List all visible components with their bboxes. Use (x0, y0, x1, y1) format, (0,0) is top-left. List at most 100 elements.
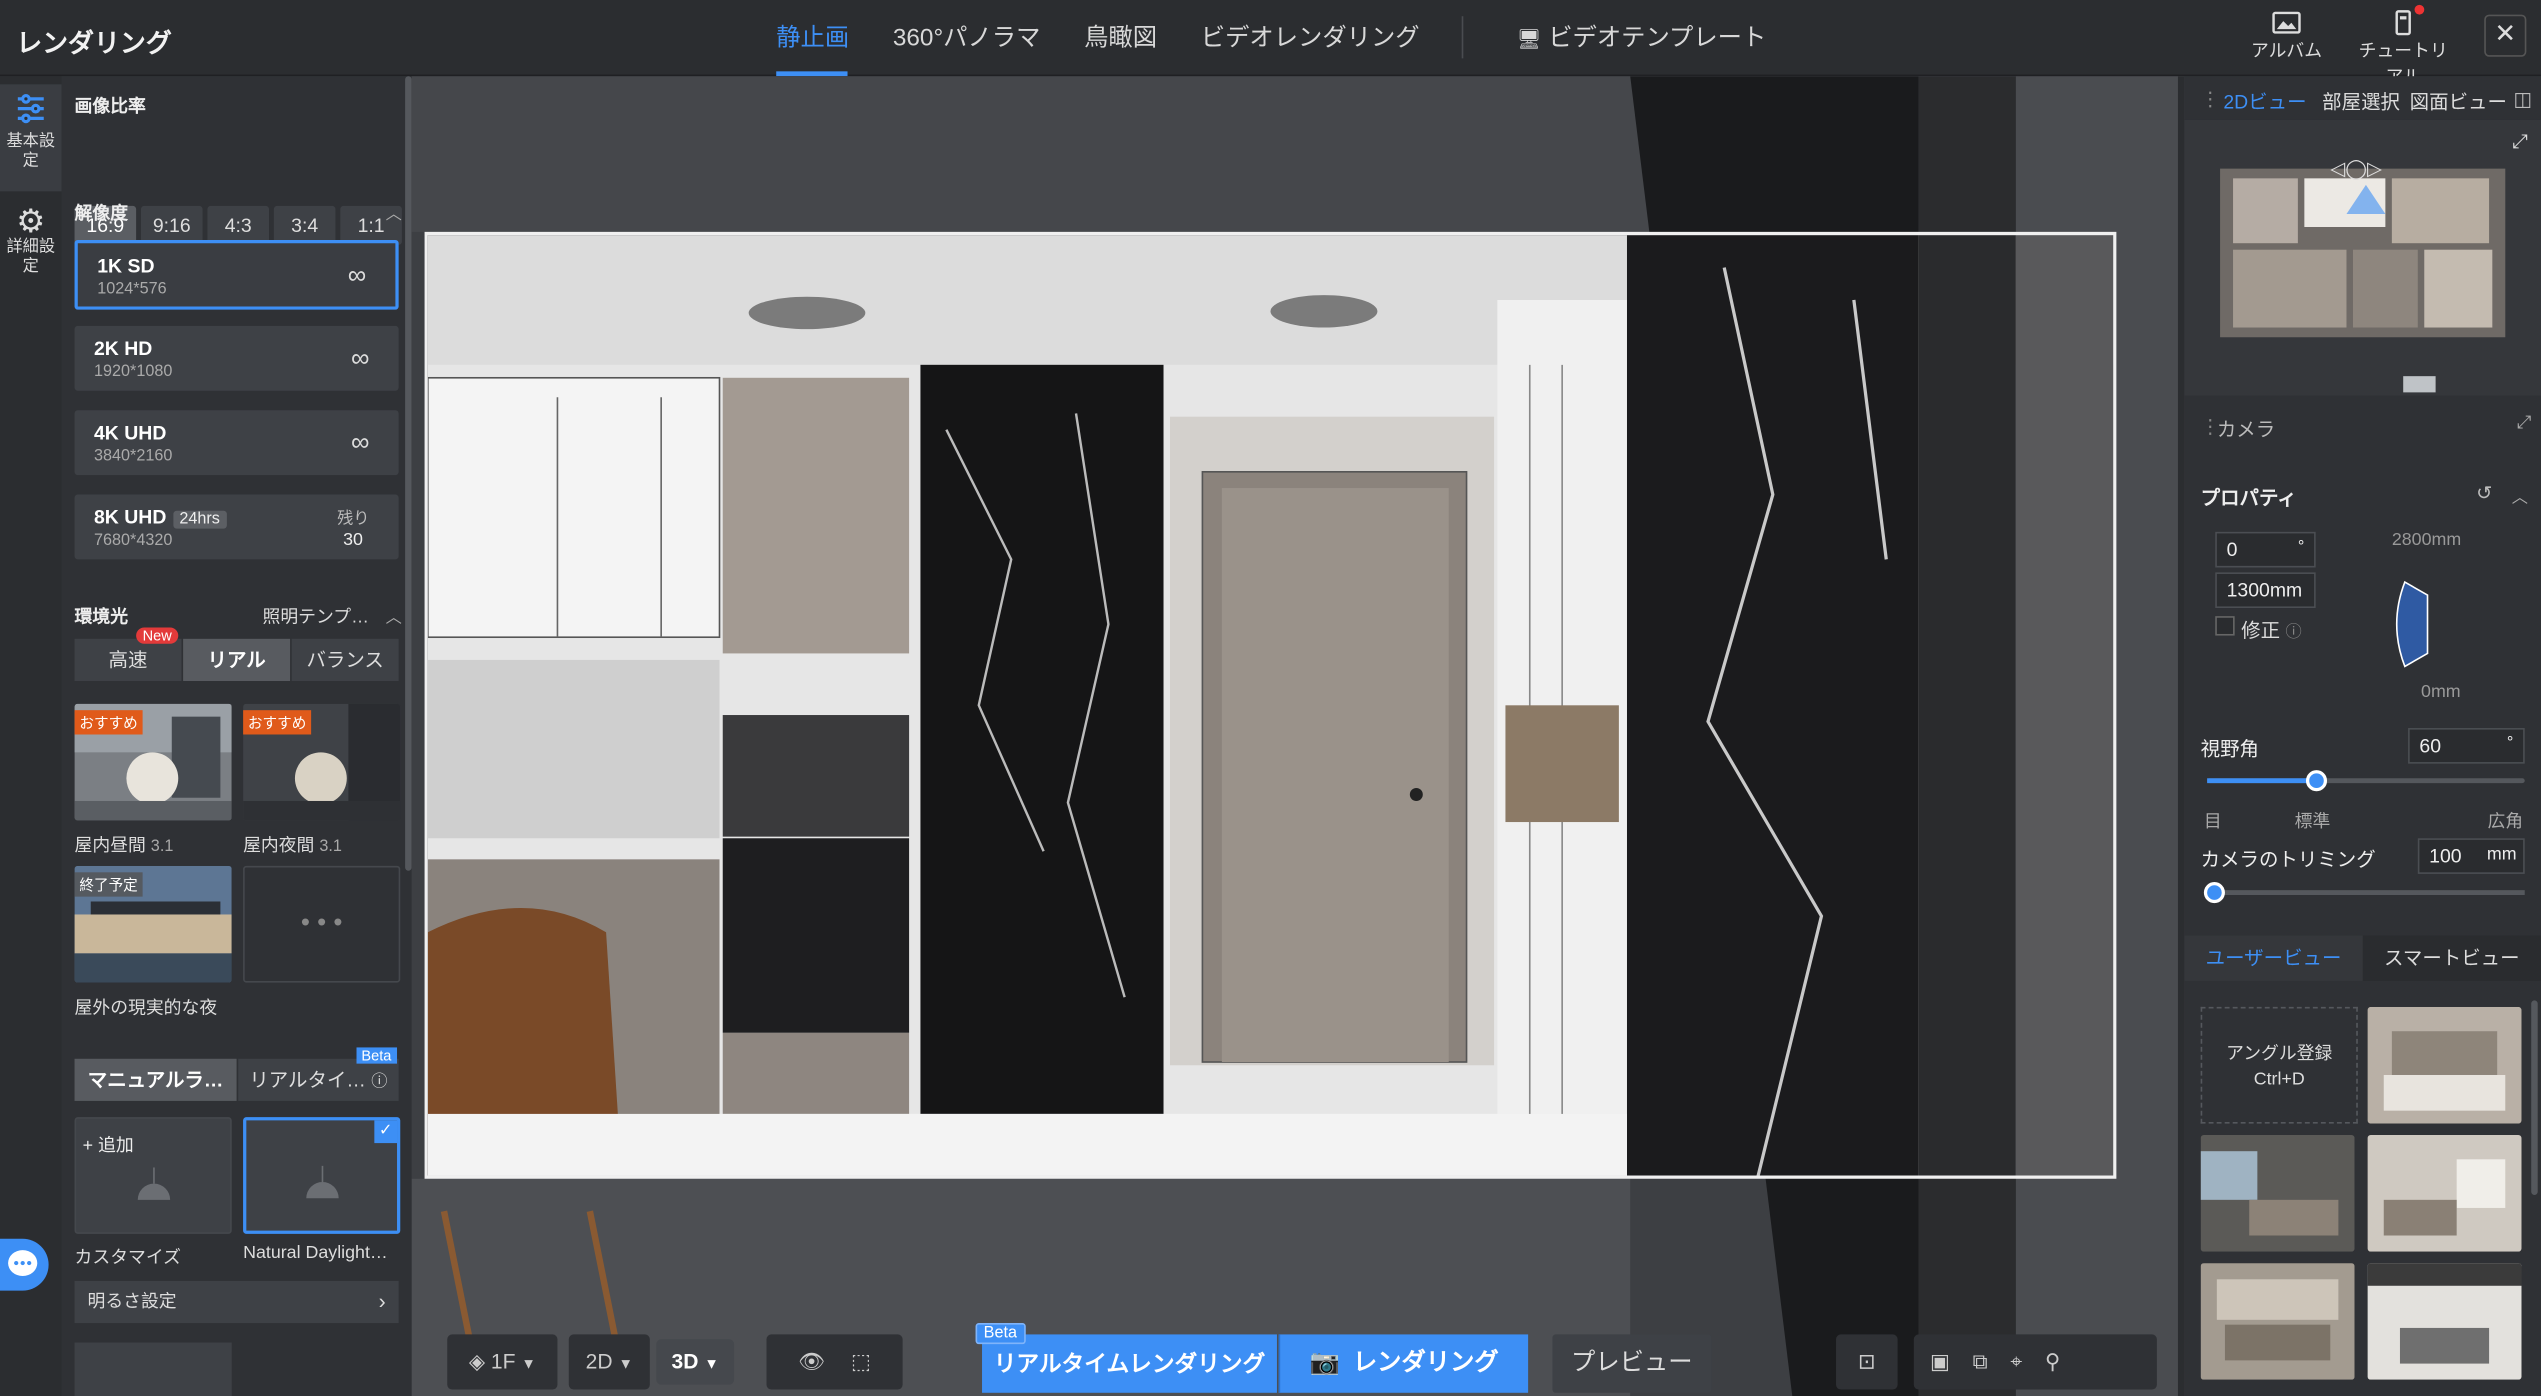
view-3d-button[interactable]: 3D ▼ (656, 1339, 735, 1385)
tab-still-image[interactable]: 静止画 (776, 19, 849, 53)
saved-view-5[interactable] (2367, 1263, 2522, 1380)
resolution-4k[interactable]: 4K UHD 3840*2160 ∞ (74, 410, 399, 476)
camera-height-indicator[interactable] (2389, 572, 2438, 669)
saved-view-image (2200, 1134, 2355, 1252)
tab-drawing-view[interactable]: 図面ビュー (2410, 88, 2507, 116)
more-presets-button[interactable]: • • • (243, 865, 401, 983)
help-icon[interactable]: ⓘ (2285, 624, 2301, 642)
preview-button[interactable]: プレビュー (1552, 1334, 1712, 1393)
svg-text:◁◯▷: ◁◯▷ (2330, 158, 2382, 180)
register-angle-button[interactable]: アングル登録 Ctrl+D (2200, 1006, 2358, 1124)
floorplan-image: ◁◯▷ (2220, 158, 2506, 393)
infinity-icon: ∞ (347, 262, 367, 291)
tab-2d-view[interactable]: 2Dビュー (2223, 88, 2306, 116)
hrs-badge: 24hrs (172, 510, 227, 529)
tab-realtime-lighting[interactable]: リアルタイ… ⓘ (238, 1058, 399, 1101)
view-tools: ▣⧉⌖⚲ (1913, 1334, 2157, 1390)
visibility-tools: 👁 ⬚ (766, 1334, 903, 1390)
album-icon (2272, 11, 2301, 34)
brightness-settings-button[interactable]: 明るさ設定 › (74, 1280, 399, 1324)
fov-unit: ° (2506, 734, 2514, 753)
close-button[interactable]: ✕ (2484, 14, 2527, 57)
saved-view-image (2367, 1006, 2522, 1124)
zoom-icon[interactable]: ⚲ (2045, 1349, 2083, 1373)
saved-view-2[interactable] (2200, 1134, 2355, 1252)
light-label-daylight: Natural Daylight… (243, 1243, 388, 1264)
fix-checkbox[interactable] (2215, 616, 2235, 636)
view-3d-label: 3D (671, 1349, 699, 1374)
add-light-button[interactable]: + 追加 (74, 1117, 232, 1234)
trim-slider[interactable] (2203, 882, 2525, 904)
chevron-up-icon[interactable]: ︿ (386, 199, 402, 224)
frame-icon[interactable]: ⧉ (1973, 1349, 2011, 1373)
infinity-icon: ∞ (350, 429, 370, 458)
floor-select[interactable]: ◈ 1F ▼ (447, 1334, 558, 1390)
fov-input[interactable]: 60 ° (2408, 728, 2525, 764)
light-card[interactable] (74, 1342, 232, 1396)
preset-indoor-night[interactable]: おすすめ (243, 703, 401, 821)
tab-manual-lighting[interactable]: マニュアルラ… (74, 1058, 237, 1101)
caret-down-icon: ▼ (704, 1355, 719, 1372)
realtime-rendering-button[interactable]: リアルタイムレンダリング (982, 1334, 1277, 1393)
remaining-label: 残り (337, 510, 370, 529)
natural-daylight-light[interactable]: ✓ (243, 1117, 401, 1234)
mode-real[interactable]: リアル (183, 638, 291, 681)
saved-view-image (2367, 1263, 2522, 1380)
remaining-count: 30 (343, 530, 363, 550)
angle-value: 0 (2226, 538, 2238, 562)
render-viewport[interactable] (411, 76, 2185, 1396)
trim-input[interactable]: 100 mm (2417, 838, 2525, 874)
render-button[interactable]: 📷 レンダリング (1278, 1334, 1529, 1393)
rail-advanced-settings[interactable]: ⚙ 詳細設定 (0, 206, 62, 303)
resolution-1k[interactable]: 1K SD 1024*576 ∞ (74, 239, 399, 310)
resolution-8k[interactable]: 8K UHD 24hrs 7680*4320 残り 30 (74, 494, 399, 560)
angle-input[interactable]: 0 ° (2215, 531, 2316, 568)
chevron-up-icon[interactable]: ︿ (2512, 483, 2528, 508)
eye-icon[interactable]: 👁 (798, 1349, 825, 1373)
expand-icon[interactable]: ⤢ (2512, 130, 2528, 154)
cube-icon[interactable]: ⬚ (851, 1349, 871, 1373)
resolution-2k[interactable]: 2K HD 1920*1080 ∞ (74, 325, 399, 391)
mode-fast[interactable]: 高速 (74, 638, 182, 681)
focus-icon[interactable]: ⌖ (2010, 1349, 2045, 1373)
tab-room-select[interactable]: 部屋選択 (2322, 88, 2400, 116)
tab-panorama[interactable]: 360°パノラマ (893, 19, 1041, 53)
expand-icon[interactable]: ⤢ (2517, 413, 2531, 434)
video-template-button[interactable]: 🖥 ビデオテンプレート (1517, 19, 1767, 53)
tab-birds-eye[interactable]: 鳥瞰図 (1084, 19, 1157, 53)
height-input[interactable]: 1300mm (2215, 572, 2316, 609)
reset-icon[interactable]: ↺ (2476, 482, 2492, 505)
preset-outdoor-night[interactable]: 終了予定 (74, 865, 232, 983)
fov-slider[interactable] (2207, 770, 2525, 792)
floorplan-minimap[interactable]: ◁◯▷ ⤢ (2184, 119, 2541, 396)
lighting-template-link[interactable]: 照明テンプ… (263, 603, 369, 629)
scrollbar[interactable] (2531, 1000, 2538, 1195)
register-angle-shortcut: Ctrl+D (2253, 1070, 2305, 1090)
fov-tick-eye: 目 (2203, 812, 2222, 832)
chat-button[interactable] (0, 1238, 49, 1291)
drag-handle-icon[interactable]: ⋮ (2201, 88, 2220, 111)
select-region-icon[interactable]: ⊡ (1836, 1334, 1898, 1390)
tab-video-rendering[interactable]: ビデオレンダリング (1201, 19, 1420, 53)
fov-label: 視野角 (2200, 737, 2260, 761)
camera-icon: 📷 (1309, 1349, 1340, 1377)
mode-balance[interactable]: バランス (291, 638, 399, 681)
tab-smart-view[interactable]: スマートビュー (2363, 936, 2541, 981)
view-2d-button[interactable]: 2D ▼ (568, 1334, 650, 1390)
saved-view-image (2367, 1134, 2522, 1252)
trim-label: カメラのトリミング (2200, 847, 2376, 871)
fix-label: 修正 ⓘ (2241, 616, 2302, 644)
rail-basic-settings[interactable]: 基本設定 (0, 84, 62, 192)
saved-view-1[interactable] (2367, 1006, 2522, 1124)
saved-view-4[interactable] (2200, 1263, 2355, 1380)
image-icon[interactable]: ▣ (1930, 1349, 1973, 1373)
chevron-up-icon[interactable]: ︿ (386, 603, 402, 628)
saved-view-3[interactable] (2367, 1134, 2522, 1252)
fov-slider-thumb[interactable] (2305, 770, 2327, 792)
tab-user-view[interactable]: ユーザービュー (2184, 935, 2363, 981)
preset-indoor-day[interactable]: おすすめ (74, 703, 232, 821)
album-button[interactable]: アルバム (2235, 10, 2339, 64)
panel-toggle-icon[interactable]: ◫ (2513, 88, 2531, 111)
chevron-right-icon: › (378, 1289, 386, 1314)
trim-slider-thumb[interactable] (2203, 882, 2225, 904)
